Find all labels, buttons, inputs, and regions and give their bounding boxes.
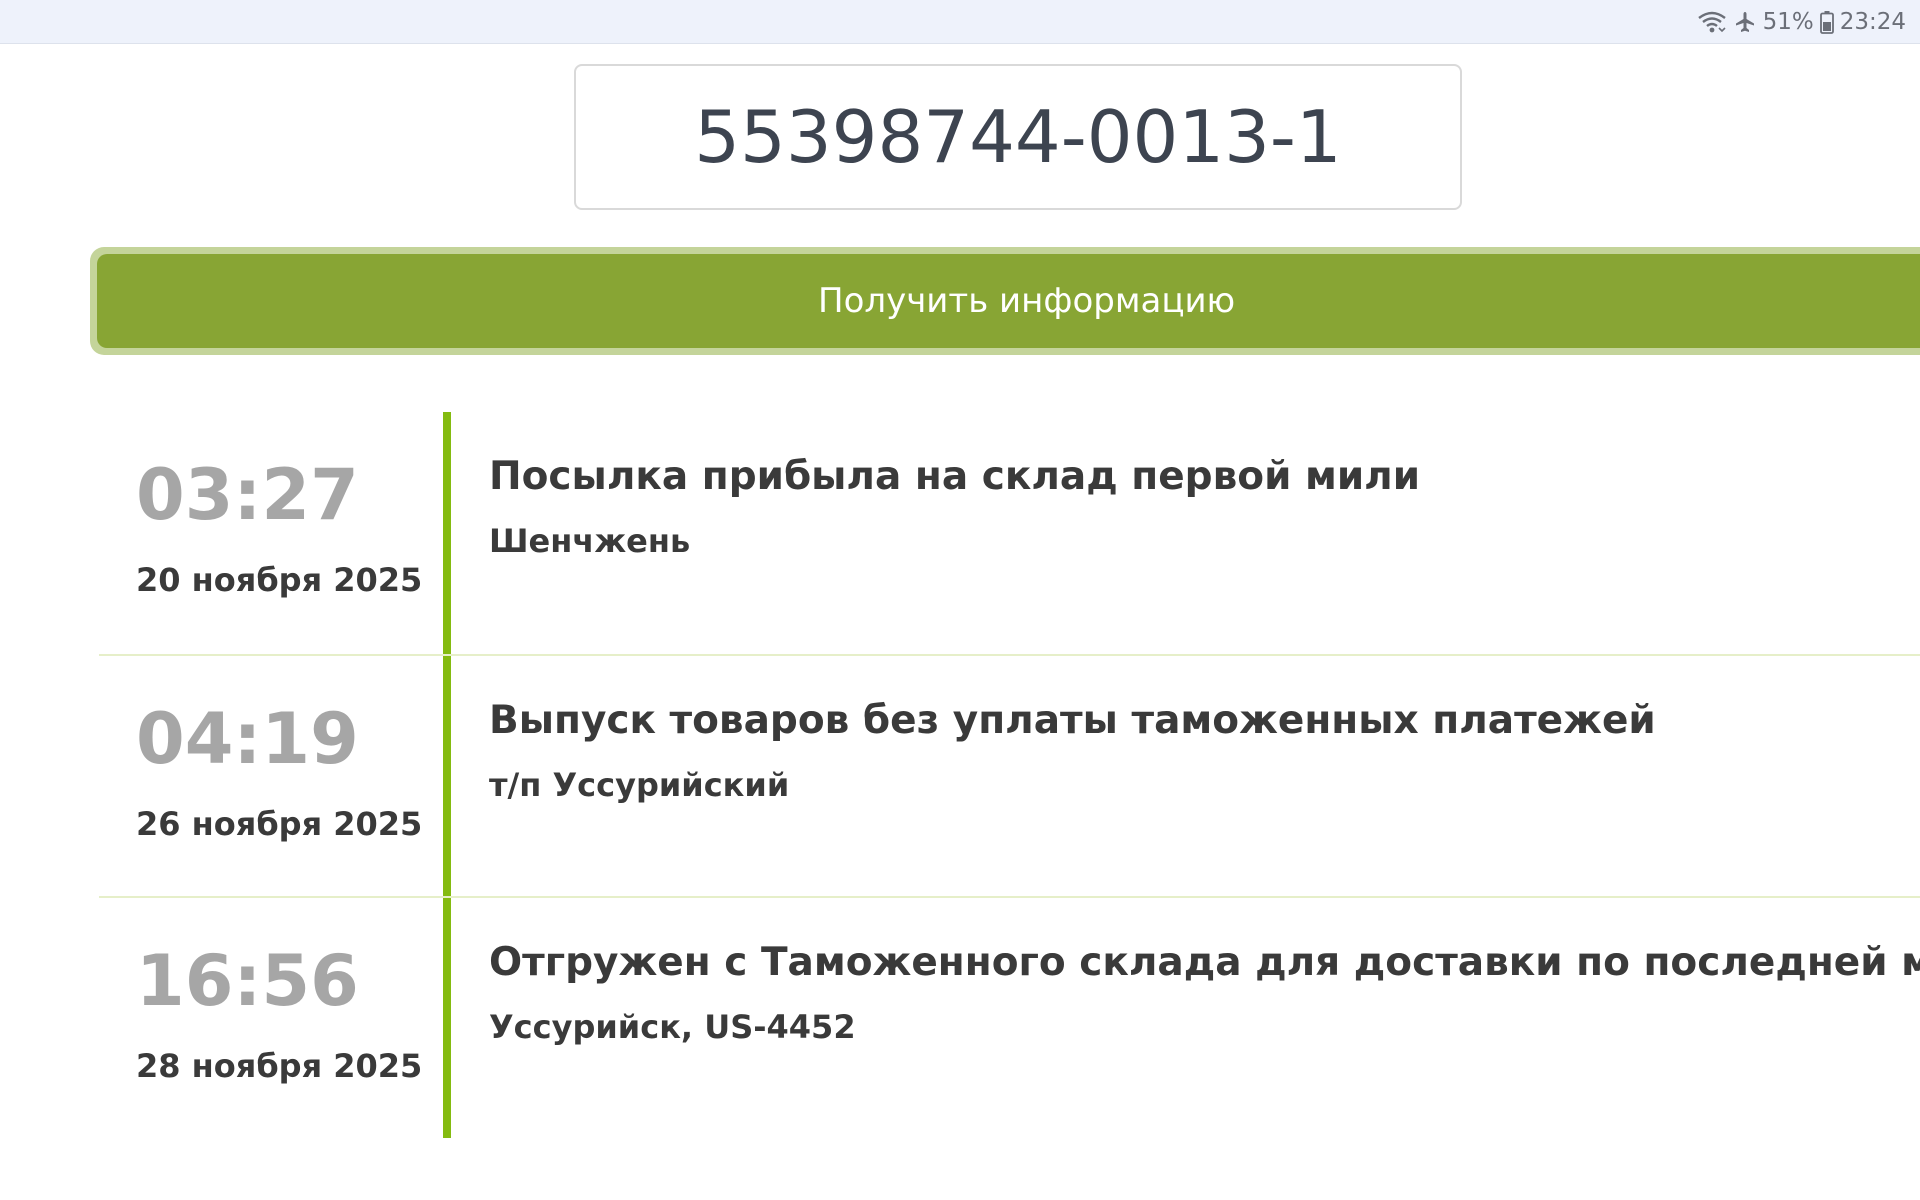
event-date: 28 ноября 2025 [136, 1047, 423, 1085]
tracking-timeline: 03:27 20 ноября 2025 Посылка прибыла на … [99, 412, 1920, 1138]
event-location: т/п Уссурийский [489, 766, 790, 804]
status-indicators: 51% 23:24 [1697, 6, 1906, 38]
status-bar: 51% 23:24 [0, 0, 1920, 44]
event-title: Посылка прибыла на склад первой мили [489, 454, 1421, 499]
event-time: 03:27 [136, 454, 359, 536]
event-date: 26 ноября 2025 [136, 805, 423, 843]
event-location: Шенчжень [489, 522, 691, 560]
battery-percent: 51% [1762, 9, 1814, 35]
timeline-event: 03:27 20 ноября 2025 Посылка прибыла на … [99, 412, 1920, 654]
event-date: 20 ноября 2025 [136, 561, 423, 599]
event-location: Уссурийск, US-4452 [489, 1008, 856, 1046]
timeline-event: 16:56 28 ноября 2025 Отгружен с Таможенн… [99, 896, 1920, 1138]
get-info-button[interactable]: Получить информацию [97, 254, 1920, 348]
event-title: Отгружен с Таможенного склада для достав… [489, 940, 1920, 985]
timeline-event: 04:19 26 ноября 2025 Выпуск товаров без … [99, 654, 1920, 896]
airplane-mode-icon [1733, 10, 1757, 34]
battery-icon [1819, 10, 1834, 34]
event-time: 04:19 [136, 698, 359, 780]
tracking-number-input[interactable] [574, 64, 1462, 210]
wifi-icon [1697, 10, 1727, 34]
status-clock: 23:24 [1839, 9, 1906, 35]
get-info-button-focus-ring: Получить информацию [90, 247, 1920, 355]
event-title: Выпуск товаров без уплаты таможенных пла… [489, 698, 1656, 743]
event-time: 16:56 [136, 940, 359, 1022]
